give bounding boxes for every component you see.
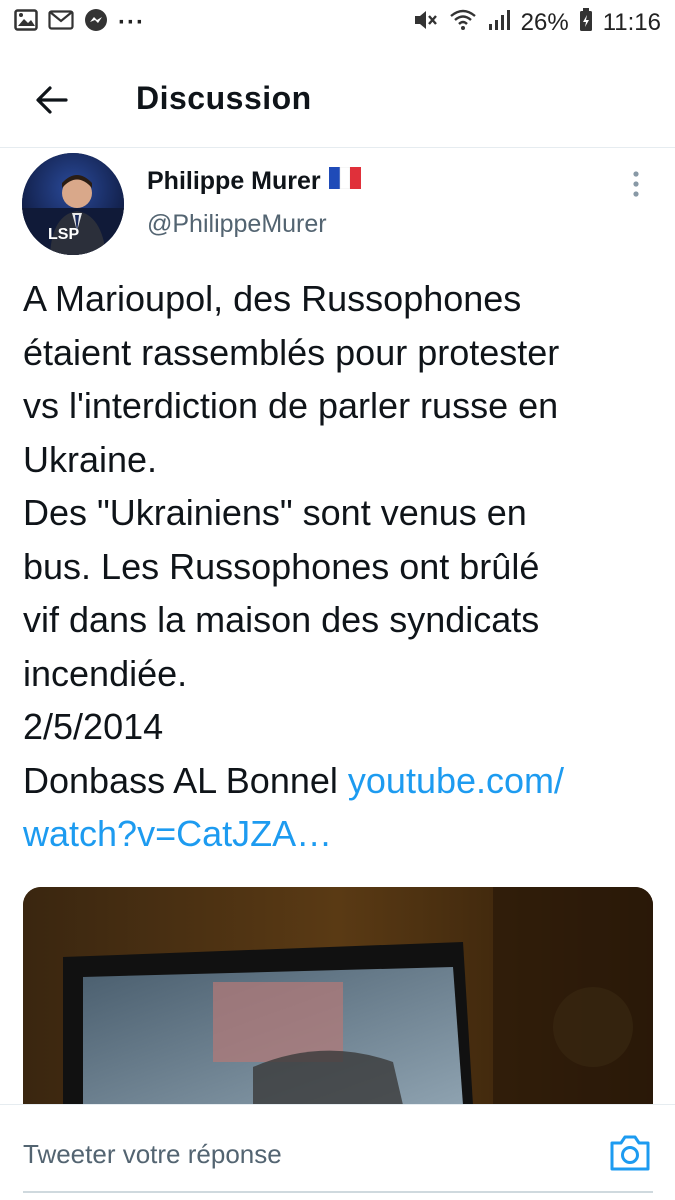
camera-icon[interactable] — [608, 1133, 652, 1173]
gallery-icon — [14, 8, 38, 38]
battery-icon — [579, 7, 593, 39]
clock: 11:16 — [602, 9, 661, 36]
tweet-line-with-link: Donbass AL Bonnel youtube.com/ — [23, 754, 663, 808]
reply-underline — [23, 1191, 653, 1193]
youtube-link-part2[interactable]: watch?v=CatJZA… — [23, 807, 663, 861]
tweet-line: bus. Les Russophones ont brûlé — [23, 545, 540, 587]
signal-icon — [487, 8, 511, 39]
app-header: Discussion — [0, 52, 675, 148]
author-name[interactable]: Philippe Murer — [147, 166, 361, 196]
status-bar: ··· 26% 11:16 — [0, 0, 675, 46]
page-title: Discussion — [136, 80, 312, 116]
tweet-line: Ukraine. — [23, 438, 158, 480]
mail-icon — [48, 9, 74, 37]
reply-input[interactable]: Tweeter votre réponse — [23, 1139, 282, 1170]
author-handle[interactable]: @PhilippeMurer — [147, 210, 327, 239]
tweet-line: vs l'interdiction de parler russe en — [23, 385, 559, 426]
youtube-link-part1[interactable]: youtube.com/ — [348, 760, 564, 801]
video-thumbnail[interactable] — [23, 887, 653, 1105]
more-notifications: ··· — [118, 9, 145, 36]
france-flag-icon — [328, 166, 361, 196]
more-options-icon[interactable] — [624, 170, 648, 200]
wifi-icon — [449, 8, 477, 39]
messenger-icon — [84, 8, 108, 39]
tweet-line-text: Donbass AL Bonnel — [23, 759, 348, 801]
avatar[interactable]: LSP — [22, 153, 124, 255]
battery-percent: 26% — [520, 9, 569, 36]
tweet-line: Des "Ukrainiens" sont venus en — [23, 492, 527, 533]
mute-icon — [413, 8, 439, 39]
tweet-line: vif dans la maison des syndicats — [23, 599, 540, 640]
back-arrow-icon[interactable] — [30, 78, 74, 122]
reply-bar: Tweeter votre réponse — [0, 1104, 675, 1200]
tweet-line: A Marioupol, des Russophones — [23, 278, 522, 319]
tweet-line: incendiée. — [23, 652, 188, 694]
tweet-line: étaient rassemblés pour protester — [23, 331, 560, 373]
tweet-text: A Marioupol, des Russophones étaient ras… — [23, 272, 663, 861]
tweet-line: 2/5/2014 — [23, 706, 164, 747]
avatar-logo-text: LSP — [48, 226, 79, 243]
author-display-name: Philippe Murer — [147, 167, 321, 195]
